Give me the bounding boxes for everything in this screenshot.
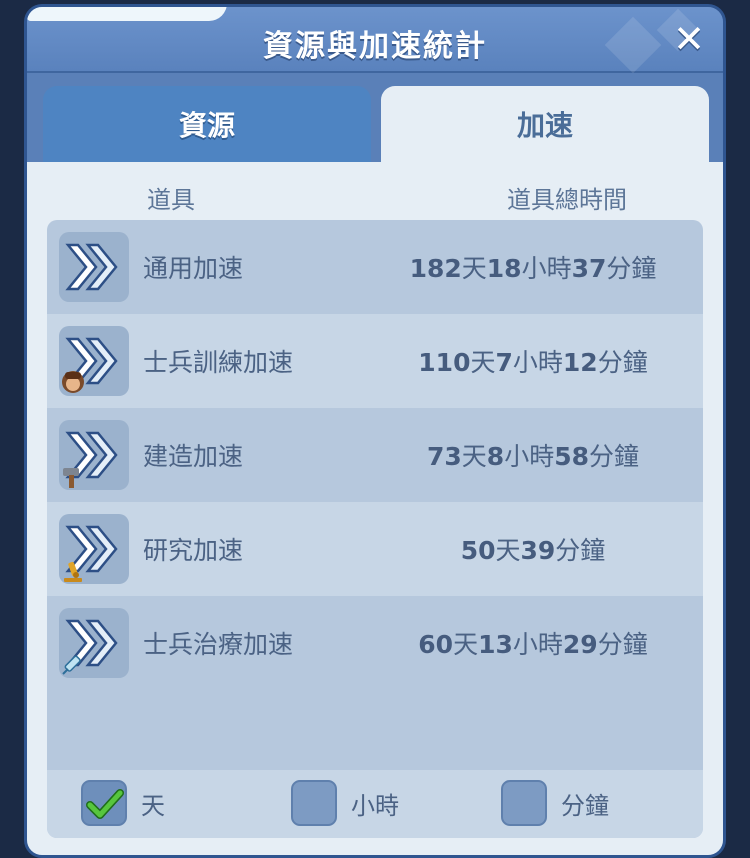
speedup-arrows-icon: [59, 514, 129, 584]
speedup-arrows-icon: [59, 232, 129, 302]
title-bar: 資源與加速統計 ✕: [27, 7, 723, 74]
close-icon[interactable]: ✕: [671, 20, 707, 58]
syringe-icon: [62, 655, 81, 675]
speedup-arrows-icon: [59, 608, 129, 678]
item-name: 建造加速: [143, 442, 244, 471]
speedup-stats-dialog: 資源與加速統計 ✕ 資源 加速 道具 道具總時間 通用加速 182天18小時37…: [24, 4, 726, 858]
option-days[interactable]: 天: [81, 780, 165, 826]
item-total-time: 182天18小時37分鐘: [409, 254, 657, 283]
option-days-label: 天: [141, 791, 165, 820]
column-header-item: 道具: [147, 186, 195, 214]
item-total-time: 110天7小時12分鐘: [418, 348, 648, 377]
option-minutes[interactable]: 分鐘: [501, 780, 609, 826]
list-item: 通用加速 182天18小時37分鐘: [47, 220, 703, 314]
speedup-arrows-icon: [59, 326, 129, 396]
tab-resources[interactable]: 資源: [43, 86, 371, 166]
time-unit-options: 天 小時 分鐘: [47, 770, 703, 838]
item-name: 士兵訓練加速: [143, 348, 294, 377]
soldier-head-icon: [62, 371, 84, 393]
checkbox-minutes[interactable]: [501, 780, 547, 826]
option-minutes-label: 分鐘: [561, 791, 609, 820]
microscope-icon: [64, 561, 82, 582]
item-list: 通用加速 182天18小時37分鐘 士兵訓練加速 110天7小時12分鐘 建造加…: [47, 220, 703, 838]
item-name: 研究加速: [143, 536, 244, 565]
item-name: 通用加速: [143, 254, 244, 283]
speedup-arrows-icon: [59, 420, 129, 490]
item-total-time: 73天8小時58分鐘: [426, 442, 640, 471]
tab-speedups[interactable]: 加速: [381, 86, 709, 166]
dialog-title: 資源與加速統計: [263, 29, 487, 64]
column-header-total-time: 道具總時間: [507, 186, 627, 214]
checkbox-days[interactable]: [81, 780, 127, 826]
list-item: 士兵治療加速 60天13小時29分鐘: [47, 596, 703, 690]
tab-content: 道具 道具總時間 通用加速 182天18小時37分鐘 士兵訓練加速 110天7小…: [27, 162, 723, 855]
option-hours-label: 小時: [351, 791, 399, 820]
checkbox-hours[interactable]: [291, 780, 337, 826]
item-total-time: 60天13小時29分鐘: [418, 630, 648, 659]
snow-decoration: [27, 7, 227, 21]
list-item: 建造加速 73天8小時58分鐘: [47, 408, 703, 502]
item-total-time: 50天39分鐘: [460, 536, 606, 565]
list-item: 研究加速 50天39分鐘: [47, 502, 703, 596]
option-hours[interactable]: 小時: [291, 780, 399, 826]
item-name: 士兵治療加速: [143, 630, 294, 659]
list-item: 士兵訓練加速 110天7小時12分鐘: [47, 314, 703, 408]
hammer-icon: [63, 468, 79, 488]
checkmark-icon: [86, 789, 124, 819]
